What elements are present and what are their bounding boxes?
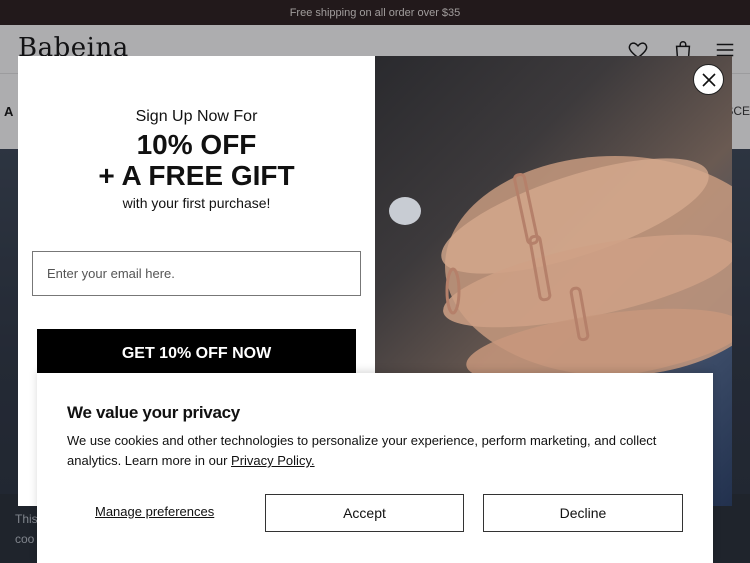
decline-button[interactable]: Decline	[483, 494, 683, 532]
discount-headline: 10% OFF	[136, 129, 257, 160]
manage-preferences-link[interactable]: Manage preferences	[95, 504, 214, 519]
email-input[interactable]	[32, 251, 361, 296]
privacy-policy-link[interactable]: Privacy Policy.	[231, 453, 315, 468]
privacy-body: We use cookies and other technologies to…	[67, 431, 687, 471]
gift-headline: + A FREE GIFT	[98, 160, 295, 191]
accept-button[interactable]: Accept	[265, 494, 464, 532]
privacy-title: We value your privacy	[67, 403, 240, 422]
get-discount-button[interactable]: GET 10% OFF NOW	[37, 329, 356, 379]
signup-tagline: with your first purchase!	[122, 195, 271, 211]
close-button[interactable]	[693, 64, 724, 95]
close-icon	[701, 72, 716, 87]
privacy-text: We use cookies and other technologies to…	[67, 433, 657, 468]
signup-subtitle: Sign Up Now For	[135, 108, 258, 125]
privacy-banner: We value your privacy We use cookies and…	[37, 373, 713, 563]
